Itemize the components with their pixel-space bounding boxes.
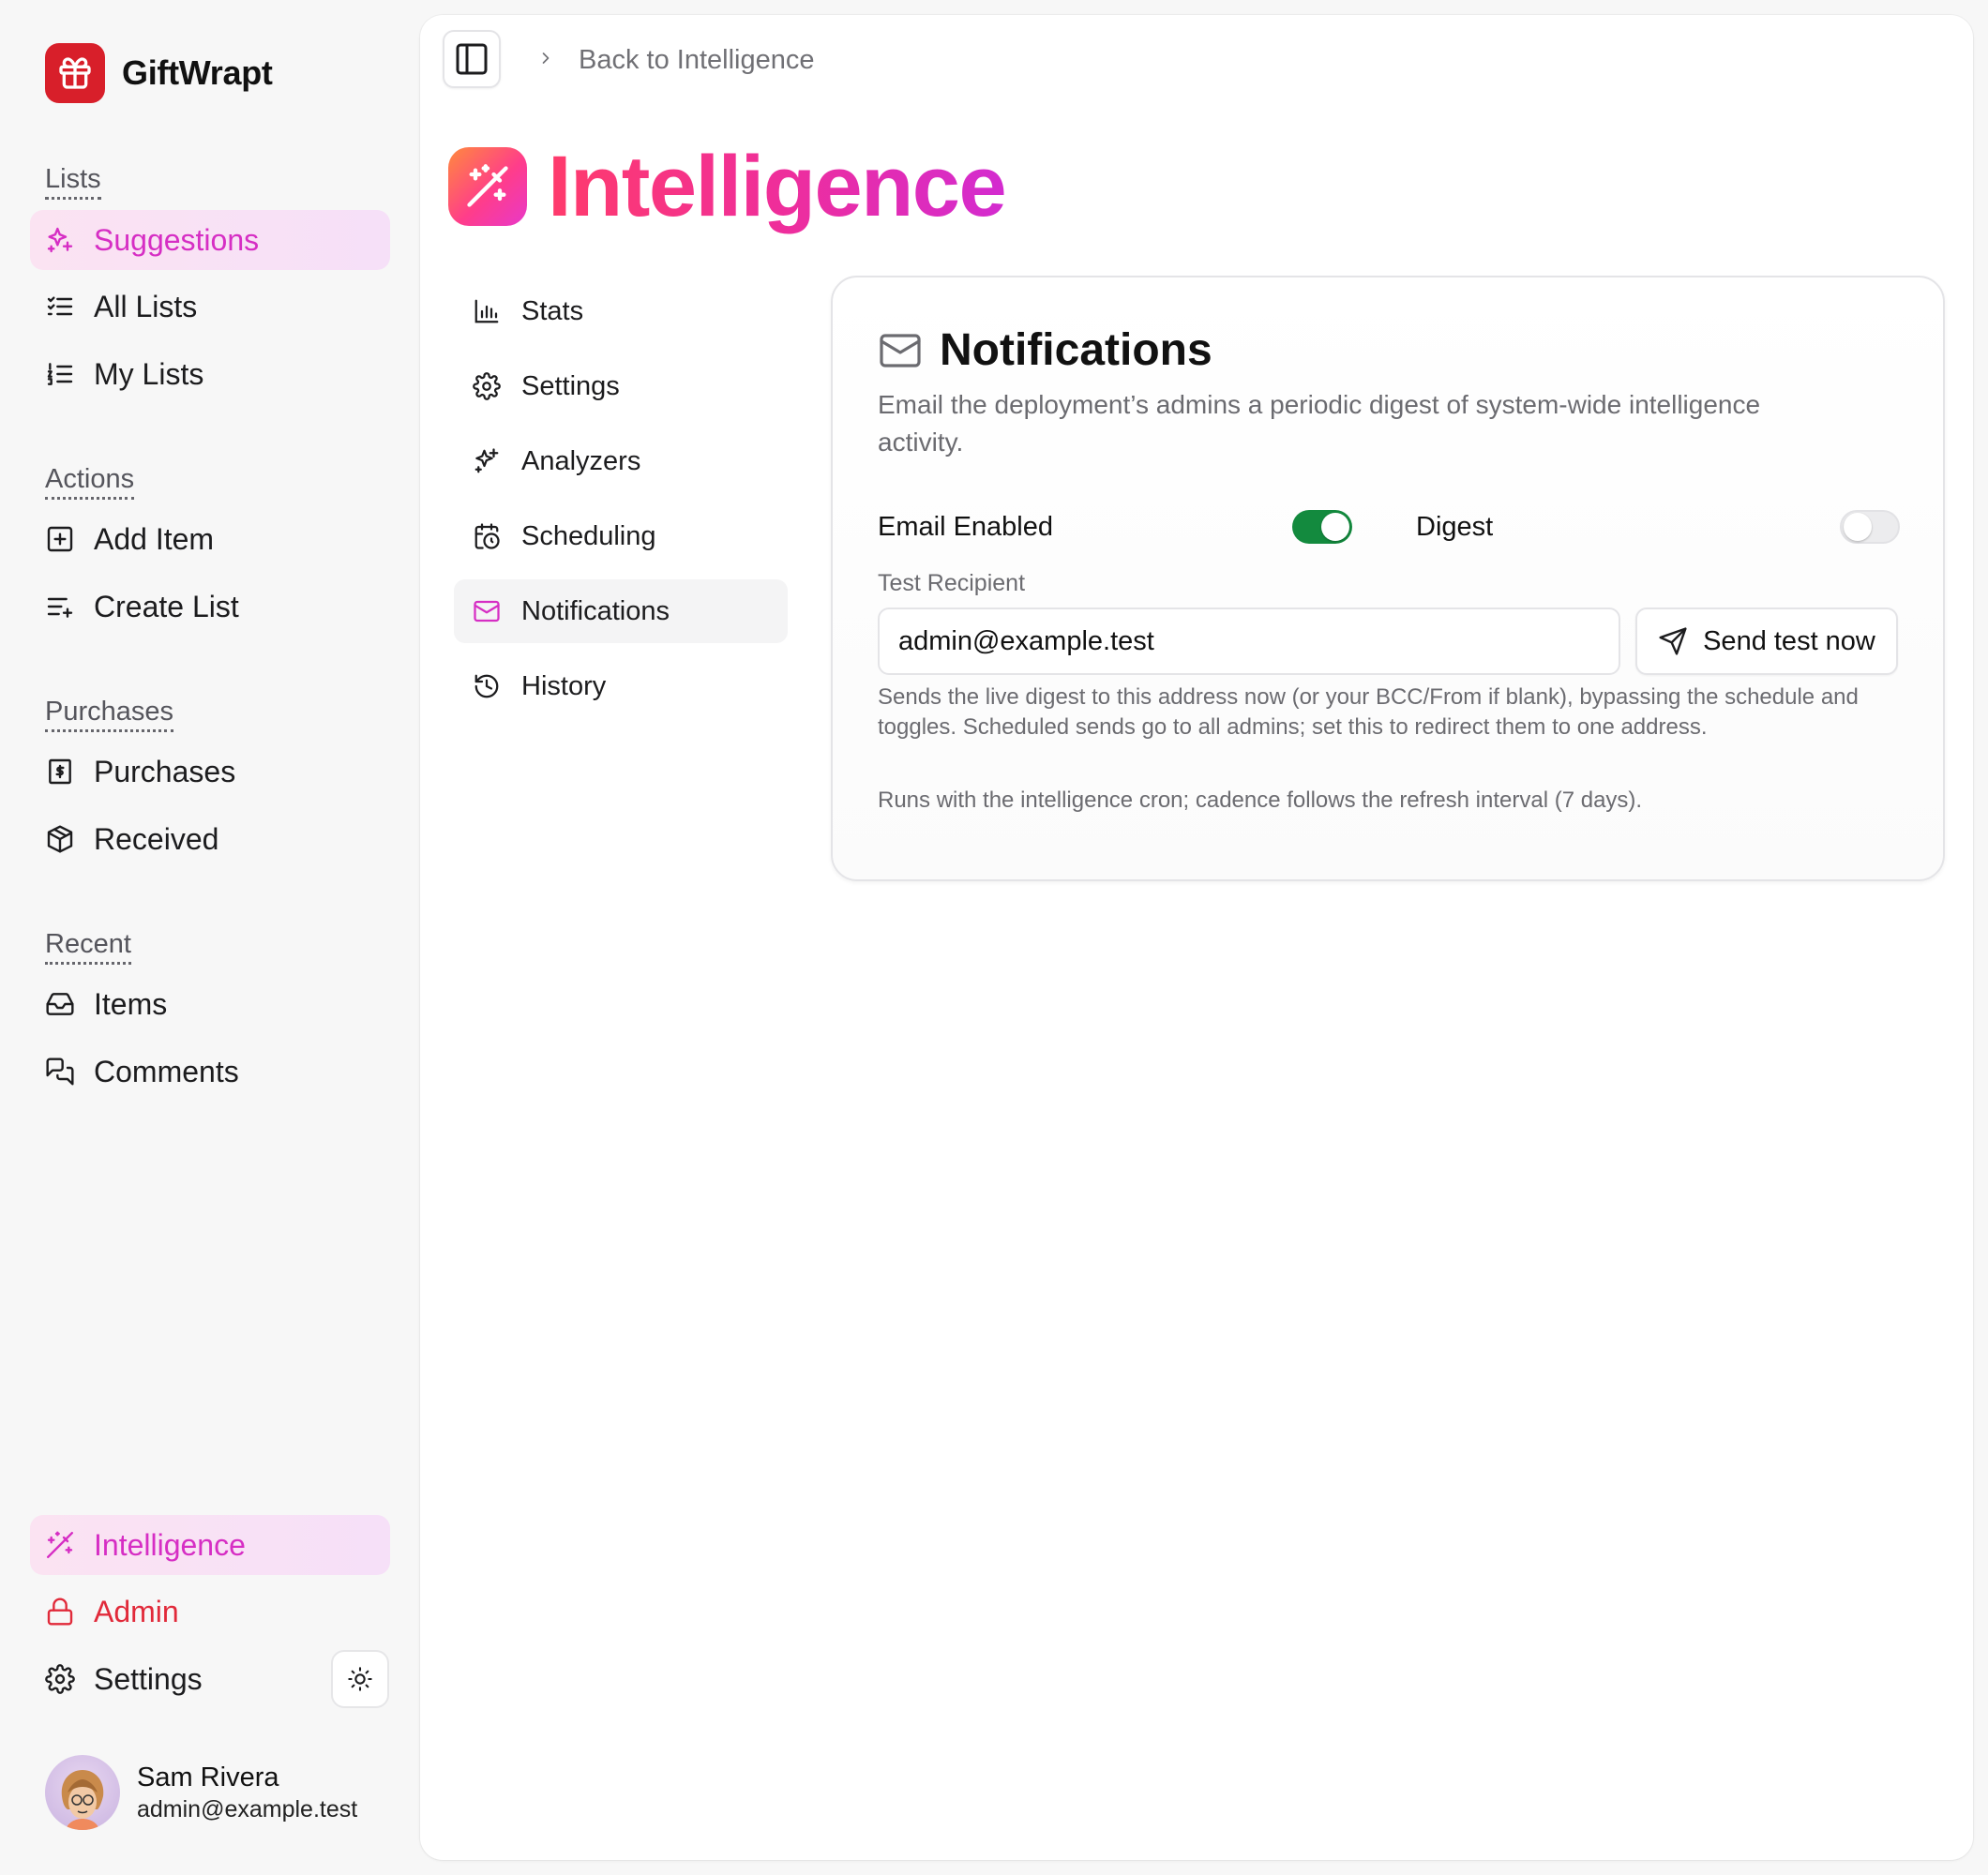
wand-sparkles-icon [47, 1531, 73, 1558]
sidebar-item-label: Comments [94, 1054, 239, 1088]
test-recipient-input[interactable] [878, 608, 1620, 675]
gear-icon [473, 372, 501, 400]
sidebar-item-label: Intelligence [94, 1527, 246, 1562]
send-test-label: Send test now [1703, 625, 1875, 656]
main-panel: Back to Intelligence Intelligence Stats … [420, 15, 1973, 1860]
page-title: Intelligence [548, 135, 1007, 238]
sidebar-item-label: Items [94, 986, 168, 1021]
gear-icon [45, 1664, 75, 1694]
sidebar-item-create-list[interactable]: Create List [30, 577, 390, 637]
sidebar-item-suggestions[interactable]: Suggestions [30, 210, 390, 270]
brand-name: GiftWrapt [122, 53, 273, 92]
sidebar-item-comments[interactable]: Comments [30, 1042, 390, 1102]
section-title-lists: Lists [45, 163, 101, 200]
breadcrumb-back-link[interactable]: Back to Intelligence [579, 41, 814, 79]
subnav-item-label: Settings [521, 370, 620, 401]
sidebar-item-received[interactable]: Received [30, 809, 390, 869]
list-ordered-icon [47, 363, 73, 385]
sun-icon [348, 1667, 372, 1691]
history-icon [474, 674, 499, 698]
card-title: Notifications [940, 325, 1212, 375]
mail-icon [880, 334, 921, 368]
sidebar-item-settings[interactable]: Settings [30, 1649, 311, 1709]
card-description: Email the deployment’s admins a periodic… [878, 390, 1761, 457]
send-test-button[interactable]: Send test now [1635, 608, 1898, 675]
digest-label: Digest [1416, 512, 1494, 542]
list-checks-icon [47, 296, 73, 316]
sidebar-item-label: Suggestions [94, 222, 260, 257]
sidebar: GiftWrapt Lists Suggestions All Lists My… [0, 0, 413, 1875]
sidebar-item-admin[interactable]: Admin [30, 1582, 390, 1642]
square-plus-icon [47, 526, 73, 552]
mail-icon [474, 600, 500, 622]
sidebar-item-add-item[interactable]: Add Item [30, 509, 390, 569]
sidebar-item-purchases[interactable]: Purchases [30, 742, 390, 802]
calendar-clock-icon [474, 523, 500, 549]
sidebar-item-intelligence[interactable]: Intelligence [30, 1515, 390, 1575]
chevron-right-icon [542, 52, 550, 64]
subnav-item-label: Notifications [521, 595, 670, 626]
list-plus-icon [47, 597, 73, 618]
sparkles-icon [474, 448, 499, 473]
toggle-sidebar-button[interactable] [443, 30, 501, 88]
sidebar-item-label: My Lists [94, 356, 204, 391]
sidebar-item-label: All Lists [94, 289, 198, 323]
messages-icon [46, 1058, 74, 1086]
sidebar-item-my-lists[interactable]: My Lists [30, 344, 390, 404]
sidebar-item-label: Settings [94, 1661, 203, 1696]
subnav-item-settings[interactable]: Settings [454, 354, 788, 418]
page-header: Intelligence [448, 135, 1007, 238]
receipt-icon [49, 758, 71, 785]
section-title-purchases: Purchases [45, 696, 174, 732]
theme-toggle-button[interactable] [331, 1650, 389, 1708]
user-name: Sam Rivera [137, 1762, 279, 1792]
section-title-actions: Actions [45, 463, 135, 500]
brand[interactable]: GiftWrapt [45, 43, 273, 103]
package-open-icon [47, 825, 73, 853]
user-profile[interactable]: Sam Rivera admin@example.test [45, 1755, 357, 1830]
gift-icon [45, 43, 105, 103]
panel-left-icon [456, 43, 488, 75]
sidebar-item-label: Add Item [94, 521, 215, 556]
lock-icon [47, 1598, 73, 1626]
wand-sparkles-icon [448, 147, 527, 226]
sparkles-icon [47, 227, 73, 253]
cadence-note: Runs with the intelligence cron; cadence… [878, 788, 1643, 813]
bar-chart-icon [474, 299, 499, 323]
test-recipient-help: Sends the live digest to this address no… [878, 684, 1859, 740]
sidebar-item-label: Create List [94, 589, 239, 623]
section-title-recent: Recent [45, 928, 131, 965]
email-enabled-toggle[interactable] [1292, 510, 1352, 544]
subnav-item-stats[interactable]: Stats [454, 279, 788, 343]
inbox-icon [46, 993, 74, 1015]
sidebar-item-label: Admin [94, 1594, 179, 1628]
sidebar-item-all-lists[interactable]: All Lists [30, 277, 390, 337]
subnav-item-analyzers[interactable]: Analyzers [454, 429, 788, 493]
subnav-item-label: Analyzers [521, 445, 641, 476]
toggle-knob [1321, 513, 1349, 541]
send-icon [1659, 627, 1687, 655]
subnav-item-label: Stats [521, 295, 584, 326]
toggle-knob [1844, 513, 1872, 541]
sidebar-item-items[interactable]: Items [30, 974, 390, 1034]
subnav-item-label: Scheduling [521, 520, 656, 551]
sidebar-item-label: Received [94, 821, 219, 856]
subnav-item-scheduling[interactable]: Scheduling [454, 504, 788, 568]
test-recipient-label: Test Recipient [878, 570, 1026, 596]
subnav-item-notifications[interactable]: Notifications [454, 579, 788, 643]
subnav-item-label: History [521, 670, 607, 701]
subnav-item-history[interactable]: History [454, 654, 788, 718]
digest-toggle[interactable] [1840, 510, 1900, 544]
sidebar-item-label: Purchases [94, 754, 236, 788]
user-email: admin@example.test [137, 1796, 358, 1822]
avatar [45, 1755, 120, 1830]
email-enabled-label: Email Enabled [878, 512, 1053, 542]
notifications-card: Notifications Email the deployment’s adm… [831, 276, 1945, 881]
